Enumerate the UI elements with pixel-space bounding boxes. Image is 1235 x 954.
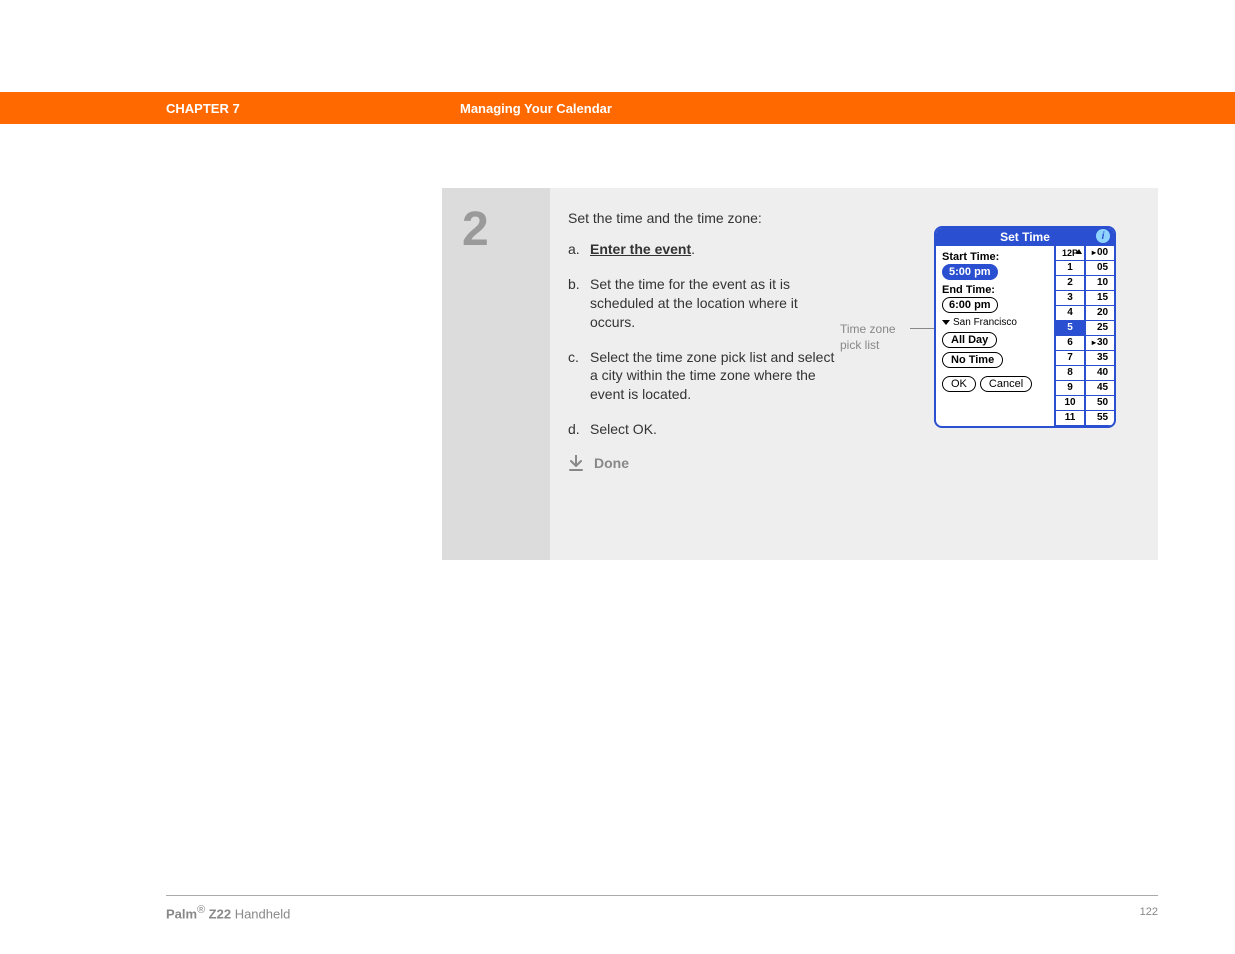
palm-title-bar: Set Time i: [936, 228, 1114, 246]
palm-left-panel: Start Time: 5:00 pm End Time: 6:00 pm Sa…: [936, 246, 1054, 426]
step-number: 2: [442, 188, 550, 560]
page-number: 122: [1140, 906, 1158, 918]
done-arrow-icon: [568, 455, 584, 471]
info-icon[interactable]: i: [1096, 229, 1110, 243]
step-intro: Set the time and the time zone:: [568, 210, 1140, 226]
step-d: d. Select OK.: [568, 420, 836, 439]
end-time-label: End Time:: [942, 284, 1050, 296]
chapter-label: CHAPTER 7: [166, 101, 240, 116]
header-bar: CHAPTER 7 Managing Your Calendar: [0, 92, 1235, 124]
footer-brand: Palm® Z22 Handheld: [166, 904, 290, 921]
all-day-button[interactable]: All Day: [942, 332, 997, 348]
step-b: b. Set the time for the event as it is s…: [568, 275, 836, 332]
step-a: a. Enter the event.: [568, 240, 836, 259]
done-label: Done: [594, 455, 629, 471]
minutes-column[interactable]: 00 05 10 15 20 25 30 35 40 45 50 55: [1084, 246, 1114, 426]
chevron-down-icon: [942, 320, 950, 325]
enter-event-link[interactable]: Enter the event: [590, 241, 691, 257]
palm-screenshot: Set Time i Start Time: 5:00 pm End Time:…: [934, 226, 1116, 428]
timezone-picklist[interactable]: San Francisco: [942, 317, 1050, 328]
footer-divider: [166, 895, 1158, 896]
step-c: c. Select the time zone pick list and se…: [568, 348, 836, 405]
ok-button[interactable]: OK: [942, 376, 976, 392]
done-row: Done: [568, 455, 1140, 471]
callout-label: Time zone pick list: [840, 322, 896, 353]
end-time-value[interactable]: 6:00 pm: [942, 297, 998, 313]
no-time-button[interactable]: No Time: [942, 352, 1003, 368]
step-list: a. Enter the event. b. Set the time for …: [568, 240, 836, 439]
start-time-label: Start Time:: [942, 251, 1050, 263]
cancel-button[interactable]: Cancel: [980, 376, 1032, 392]
start-time-value[interactable]: 5:00 pm: [942, 264, 998, 280]
chapter-title: Managing Your Calendar: [460, 101, 612, 116]
hours-column[interactable]: 12P 1 2 3 4 5 6 7 8 9 10 11: [1054, 246, 1084, 426]
